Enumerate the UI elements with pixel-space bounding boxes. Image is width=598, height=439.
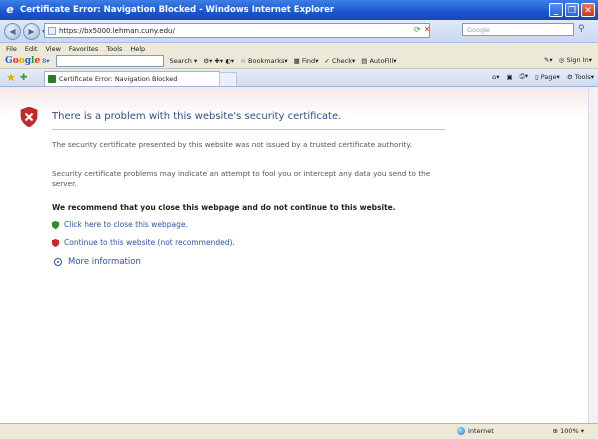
tab-bar: ★ ✚ Certificate Error: Navigation Blocke… — [0, 69, 598, 87]
divider — [52, 129, 445, 130]
window-controls: _ ❐ ✕ — [549, 3, 595, 17]
continue-to-website-link[interactable]: Continue to this website (not recommende… — [52, 238, 235, 247]
zone-label: Internet — [468, 427, 494, 435]
menu-help[interactable]: Help — [130, 45, 145, 53]
continue-label: Continue to this website (not recommende… — [64, 238, 235, 247]
google-bookmarks-button[interactable]: ☆ Bookmarks▾ — [240, 57, 288, 65]
search-input[interactable]: Google — [462, 23, 574, 36]
google-search-input[interactable] — [55, 55, 164, 67]
address-field[interactable]: https://bx5000.lehman.cuny.edu/ — [44, 23, 430, 38]
window-titlebar: e Certificate Error: Navigation Blocked … — [0, 0, 598, 20]
favorites-center-icon[interactable]: ★ — [6, 71, 16, 84]
google-search-button[interactable]: Search ▾ — [170, 57, 198, 65]
address-tools: ⟳ ✕ — [414, 25, 430, 34]
new-tab-button[interactable] — [219, 72, 237, 86]
certificate-issuer-text: The security certificate presented by th… — [52, 140, 412, 149]
google-options-dropdown[interactable]: 8▾ — [42, 57, 49, 65]
security-zone: Internet — [457, 427, 494, 435]
page-icon — [48, 26, 56, 35]
green-shield-icon — [52, 220, 59, 229]
menu-file[interactable]: File — [6, 45, 17, 53]
google-signin-button[interactable]: ◎ Sign In▾ — [559, 56, 592, 64]
print-icon[interactable]: ⎙▾ — [520, 72, 528, 81]
recommendation-text: We recommend that you close this webpage… — [52, 203, 396, 212]
google-tools-icons[interactable]: ⚙▾ ✚▾ ◐▾ — [203, 57, 234, 65]
security-warning-text: Security certificate problems may indica… — [52, 169, 431, 188]
status-bar: Internet ⊕ 100% ▾ — [0, 423, 598, 439]
maximize-button[interactable]: ❐ — [565, 3, 579, 17]
more-information-toggle[interactable]: More information — [54, 257, 141, 267]
page-title: There is a problem with this website's s… — [52, 111, 342, 122]
shield-error-icon — [20, 107, 38, 127]
tab-page-icon — [48, 75, 56, 83]
zoom-level-button[interactable]: ⊕ 100% ▾ — [553, 427, 584, 435]
close-webpage-link[interactable]: Click here to close this webpage. — [52, 220, 188, 229]
page-content: There is a problem with this website's s… — [0, 87, 598, 423]
home-icon[interactable]: ⌂▾ — [492, 73, 499, 81]
page-menu-button[interactable]: ▯ Page▾ — [535, 73, 560, 81]
forward-button[interactable]: ▶ — [23, 22, 40, 40]
address-bar-row: ◀ ▶ ▾ https://bx5000.lehman.cuny.edu/ ⟳ … — [0, 20, 598, 43]
refresh-icon[interactable]: ⟳ — [414, 25, 421, 34]
more-information-label: More information — [68, 257, 141, 267]
tools-menu-button[interactable]: ⚙ Tools▾ — [567, 73, 594, 81]
window-title: Certificate Error: Navigation Blocked - … — [20, 5, 335, 15]
menu-favorites[interactable]: Favorites — [69, 45, 98, 53]
minimize-button[interactable]: _ — [549, 3, 563, 17]
ie-logo-icon: e — [6, 3, 14, 16]
stop-icon[interactable]: ✕ — [424, 25, 431, 34]
expand-icon — [54, 258, 62, 266]
feeds-icon[interactable]: ▣ — [507, 73, 513, 81]
internet-zone-icon — [457, 427, 465, 435]
menu-view[interactable]: View — [45, 45, 60, 53]
google-settings-icon[interactable]: ✎▾ — [544, 56, 553, 64]
search-icon[interactable]: ⚲ — [578, 24, 585, 34]
google-check-button[interactable]: ✓ Check▾ — [324, 57, 355, 65]
add-favorites-icon[interactable]: ✚ — [20, 73, 28, 83]
google-logo: Google — [5, 56, 41, 66]
tab-certificate-error[interactable]: Certificate Error: Navigation Blocked — [44, 71, 220, 86]
menu-edit[interactable]: Edit — [25, 45, 38, 53]
close-webpage-label: Click here to close this webpage. — [64, 220, 188, 229]
google-autofill-button[interactable]: ▤ AutoFill▾ — [361, 57, 396, 65]
menu-tools[interactable]: Tools — [106, 45, 122, 53]
google-toolbar-right: ✎▾ ◎ Sign In▾ — [544, 56, 592, 64]
command-bar: ⌂▾ ▣ ⎙▾ ▯ Page▾ ⚙ Tools▾ — [492, 72, 594, 81]
menu-bar: File Edit View Favorites Tools Help — [0, 43, 598, 54]
tab-label: Certificate Error: Navigation Blocked — [59, 75, 178, 83]
red-shield-icon — [52, 238, 59, 247]
google-find-button[interactable]: ▦ Find▾ — [294, 57, 319, 65]
vertical-scrollbar[interactable] — [588, 87, 598, 423]
back-button[interactable]: ◀ — [4, 22, 21, 40]
close-window-button[interactable]: ✕ — [581, 3, 595, 17]
google-toolbar: Google 8▾ Search ▾ ⚙▾ ✚▾ ◐▾ ☆ Bookmarks▾… — [0, 54, 598, 69]
address-url: https://bx5000.lehman.cuny.edu/ — [59, 26, 175, 35]
